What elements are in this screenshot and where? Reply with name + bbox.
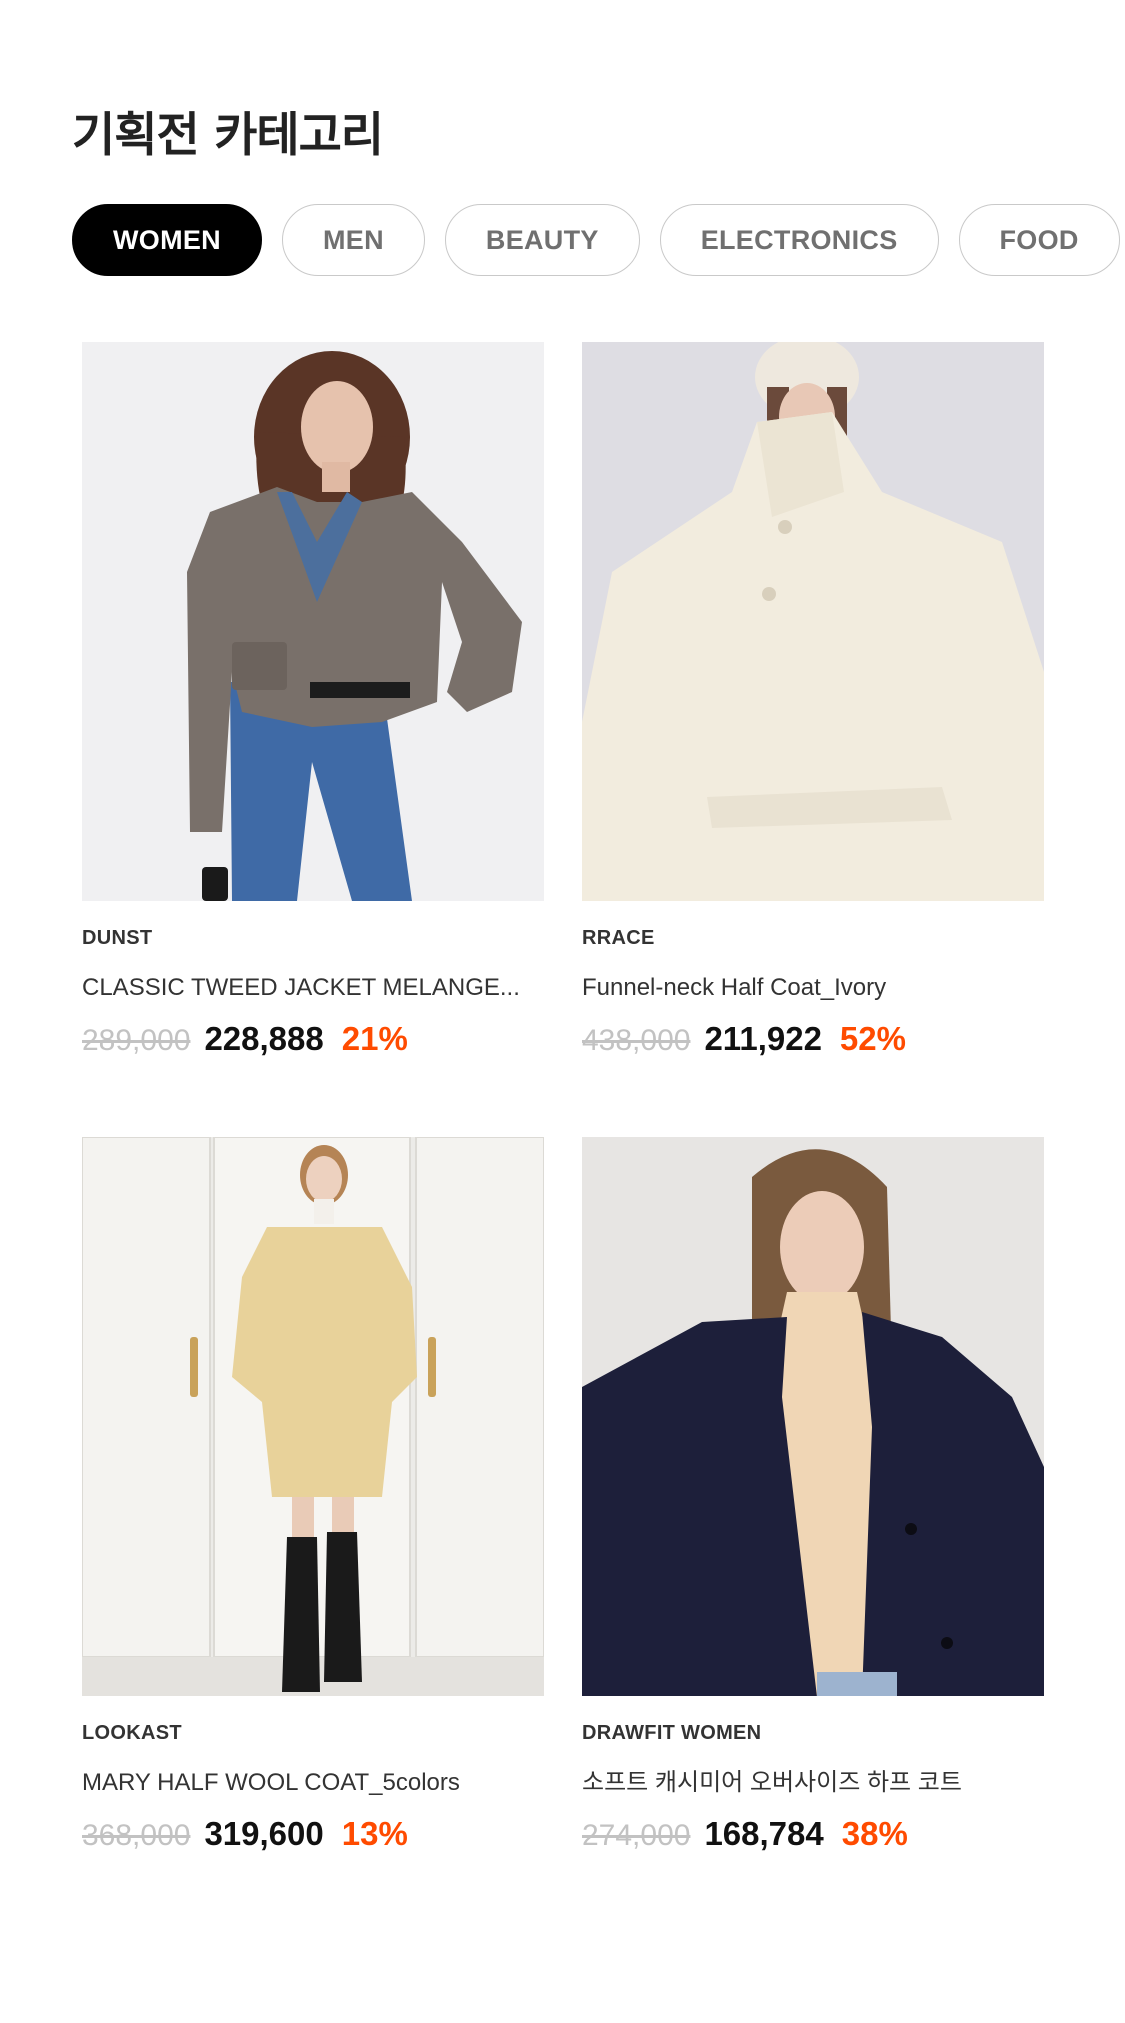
tab-women[interactable]: WOMEN xyxy=(72,204,262,276)
product-name[interactable]: Funnel-neck Half Coat_Ivory xyxy=(582,972,1044,1004)
product-name[interactable]: CLASSIC TWEED JACKET MELANGE... xyxy=(82,972,544,1004)
price-row: 368,000 319,600 13% xyxy=(82,1815,544,1859)
product-photo-navy-cashmere-coat xyxy=(582,1137,1044,1696)
product-photo-ivory-funnel-neck-coat xyxy=(582,342,1044,901)
product-name[interactable]: 소프트 캐시미어 오버사이즈 하프 코트 xyxy=(582,1767,1044,1799)
product-grid: DUNST CLASSIC TWEED JACKET MELANGE... 28… xyxy=(82,342,1044,1869)
product-photo-butter-wool-half-coat xyxy=(82,1137,544,1696)
price-row: 289,000 228,888 21% xyxy=(82,1020,544,1064)
product-image[interactable] xyxy=(82,342,544,901)
original-price: 368,000 xyxy=(82,1819,191,1852)
product-brand: LOOKAST xyxy=(82,1722,182,1744)
product-card[interactable]: DRAWFIT WOMEN 소프트 캐시미어 오버사이즈 하프 코트 274,0… xyxy=(582,1137,1044,1869)
price-row: 274,000 168,784 38% xyxy=(582,1815,1044,1859)
tab-men[interactable]: MEN xyxy=(281,204,425,276)
sale-price: 168,784 xyxy=(704,1815,824,1852)
product-image[interactable] xyxy=(582,342,1044,901)
product-brand: DUNST xyxy=(82,927,153,949)
sale-price: 319,600 xyxy=(204,1815,324,1852)
tab-food[interactable]: FOOD xyxy=(958,204,1120,276)
discount-rate: 52% xyxy=(839,1020,906,1057)
product-image[interactable] xyxy=(582,1137,1044,1696)
discount-rate: 21% xyxy=(341,1020,408,1057)
price-row: 438,000 211,922 52% xyxy=(582,1020,1044,1064)
product-card[interactable]: LOOKAST MARY HALF WOOL COAT_5colors 368,… xyxy=(82,1137,544,1869)
tab-electronics[interactable]: ELECTRONICS xyxy=(659,204,939,276)
page-title: 기획전 카테고리 xyxy=(72,108,384,163)
discount-rate: 13% xyxy=(341,1815,408,1852)
product-card[interactable]: DUNST CLASSIC TWEED JACKET MELANGE... 28… xyxy=(82,342,544,1074)
sale-price: 211,922 xyxy=(704,1020,822,1057)
product-card[interactable]: RRACE Funnel-neck Half Coat_Ivory 438,00… xyxy=(582,342,1044,1074)
original-price: 289,000 xyxy=(82,1024,191,1057)
original-price: 274,000 xyxy=(582,1819,691,1852)
sale-price: 228,888 xyxy=(204,1020,324,1057)
original-price: 438,000 xyxy=(582,1024,691,1057)
product-photo-gray-tweed-jacket xyxy=(82,342,544,901)
product-name[interactable]: MARY HALF WOOL COAT_5colors xyxy=(82,1767,544,1799)
tab-beauty[interactable]: BEAUTY xyxy=(444,204,640,276)
product-image[interactable] xyxy=(82,1137,544,1696)
discount-rate: 38% xyxy=(841,1815,908,1852)
product-brand: RRACE xyxy=(582,927,655,949)
category-tabs: WOMEN MEN BEAUTY ELECTRONICS FOOD xyxy=(72,204,1120,276)
product-brand: DRAWFIT WOMEN xyxy=(582,1722,762,1744)
